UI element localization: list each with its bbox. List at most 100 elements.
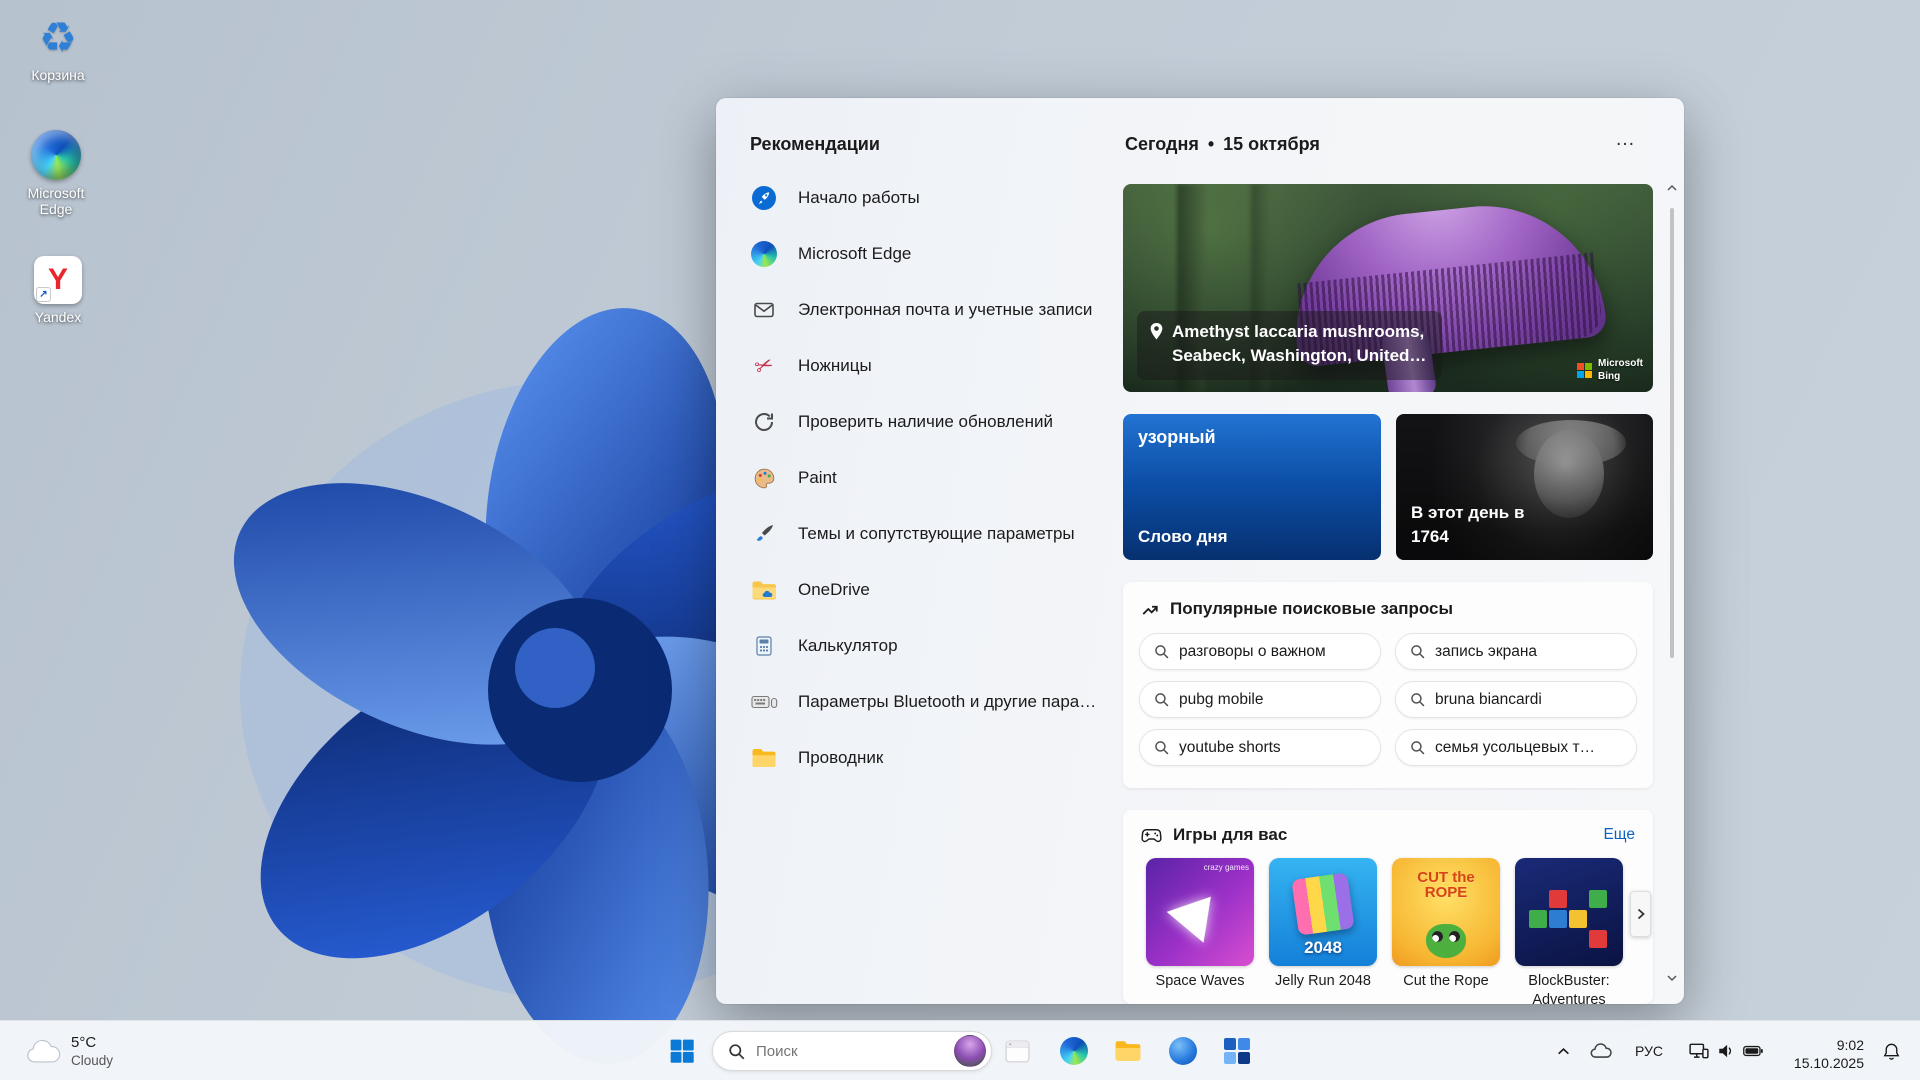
clock[interactable]: 9:02 15.10.2025 xyxy=(1782,1034,1868,1074)
devices-icon xyxy=(750,688,778,716)
caption-line-2: Seabeck, Washington, United… xyxy=(1172,346,1426,365)
recommendation-calculator[interactable]: Калькулятор xyxy=(732,618,1110,674)
panel-scrollbar[interactable] xyxy=(1665,182,1679,984)
scrollbar-thumb[interactable] xyxy=(1670,208,1674,658)
today-separator: • xyxy=(1208,134,1214,155)
search-icon xyxy=(1410,740,1425,755)
search-icon xyxy=(1154,692,1169,707)
tray-onedrive-icon[interactable] xyxy=(1584,1034,1618,1068)
game-tile-blockbuster[interactable]: BlockBuster: Adventures xyxy=(1515,858,1623,1004)
quick-settings[interactable] xyxy=(1680,1034,1772,1068)
today-title: Сегодня xyxy=(1125,134,1199,155)
trending-chip[interactable]: семья усольцевых т… xyxy=(1395,729,1637,766)
recycle-bin-icon[interactable]: ♻ Корзина xyxy=(12,14,104,83)
calculator-icon xyxy=(750,632,778,660)
recommendation-check-updates[interactable]: Проверить наличие обновлений xyxy=(732,394,1110,450)
recommendation-email-accounts[interactable]: Электронная почта и учетные записи xyxy=(732,282,1110,338)
weather-condition: Cloudy xyxy=(71,1053,113,1069)
recommendation-onedrive[interactable]: OneDrive xyxy=(732,562,1110,618)
game-artwork: crazy games xyxy=(1146,858,1254,966)
recommendation-label: Проверить наличие обновлений xyxy=(798,412,1053,432)
search-icon xyxy=(1154,740,1169,755)
recommendation-file-explorer[interactable]: Проводник xyxy=(732,730,1110,786)
weather-widget[interactable]: 5°C Cloudy xyxy=(12,1029,125,1074)
recommendation-snipping-tool[interactable]: ✂ Ножницы xyxy=(732,338,1110,394)
taskbar-search-box[interactable] xyxy=(712,1031,992,1071)
brush-icon xyxy=(750,520,778,548)
trending-chip[interactable]: youtube shorts xyxy=(1139,729,1381,766)
word-of-day-card[interactable]: узорный Слово дня xyxy=(1123,414,1381,560)
scroll-down-arrow[interactable] xyxy=(1666,972,1678,984)
games-next-arrow-button[interactable] xyxy=(1630,891,1651,937)
recommendation-label: Параметры Bluetooth и другие пара… xyxy=(798,692,1096,712)
shortcut-arrow-icon: ↗ xyxy=(36,287,51,302)
gamepad-icon xyxy=(1141,828,1162,843)
search-input[interactable] xyxy=(756,1043,943,1060)
windows-desktop: { "desktop": { "icons": [ { "label": "Ко… xyxy=(0,0,1920,1080)
game-artwork: CUT the ROPE xyxy=(1392,858,1500,966)
edge-desktop-icon[interactable]: Microsoft Edge xyxy=(10,130,102,217)
yandex-desktop-icon[interactable]: Y ↗ Yandex xyxy=(12,256,104,325)
yandex-logo-icon: Y ↗ xyxy=(34,256,82,304)
start-button[interactable] xyxy=(660,1029,704,1073)
game-tile-space-waves[interactable]: crazy games Space Waves xyxy=(1146,858,1254,1004)
getting-started-icon xyxy=(750,184,778,212)
edge-desktop-label: Microsoft Edge xyxy=(10,185,102,217)
search-icon xyxy=(728,1043,745,1060)
trending-chip[interactable]: запись экрана xyxy=(1395,633,1637,670)
yandex-desktop-label: Yandex xyxy=(35,309,81,325)
game-tile-jelly-run-2048[interactable]: 2048 Jelly Run 2048 xyxy=(1269,858,1377,1004)
taskbar-file-explorer-icon[interactable] xyxy=(1106,1029,1150,1073)
recommendation-label: Калькулятор xyxy=(798,636,898,656)
game-tile-cut-the-rope[interactable]: CUT the ROPE Cut the Rope xyxy=(1392,858,1500,1004)
onedrive-icon xyxy=(750,576,778,604)
recommendation-paint[interactable]: Paint xyxy=(732,450,1110,506)
trending-chip[interactable]: pubg mobile xyxy=(1139,681,1381,718)
bell-icon xyxy=(1882,1042,1901,1061)
folder-icon xyxy=(750,744,778,772)
on-this-day-card[interactable]: В этот день в 1764 xyxy=(1396,414,1653,560)
microsoft-bing-logo: Microsoft Bing xyxy=(1577,358,1643,383)
bing-daily-image-card[interactable]: Amethyst laccaria mushrooms, Seabeck, Wa… xyxy=(1123,184,1653,392)
search-home-panel: Рекомендации Начало работы Microsoft Edg… xyxy=(716,98,1684,1004)
recommendation-label: Проводник xyxy=(798,748,883,768)
taskbar-app-window-icon[interactable] xyxy=(995,1029,1039,1073)
trending-searches-card: Популярные поисковые запросы разговоры о… xyxy=(1123,582,1653,788)
folder-icon xyxy=(1114,1039,1142,1063)
caption-line-1: Amethyst laccaria mushrooms, xyxy=(1172,322,1424,341)
taskbar-browser-icon[interactable] xyxy=(1161,1029,1205,1073)
games-for-you-card: Игры для вас Еще crazy games Space Waves… xyxy=(1123,810,1653,1004)
search-icon xyxy=(1410,692,1425,707)
trending-chip[interactable]: разговоры о важном xyxy=(1139,633,1381,670)
games-title: Игры для вас xyxy=(1173,825,1287,845)
games-more-link[interactable]: Еще xyxy=(1603,826,1635,844)
recommendation-label: Электронная почта и учетные записи xyxy=(798,300,1092,320)
recommendations-title: Рекомендации xyxy=(750,134,880,155)
battery-icon xyxy=(1743,1045,1763,1057)
today-header: Сегодня • 15 октября xyxy=(1125,134,1320,155)
recommendation-bluetooth-settings[interactable]: Параметры Bluetooth и другие пара… xyxy=(732,674,1110,730)
taskbar-edge-icon[interactable] xyxy=(1052,1029,1096,1073)
volume-icon xyxy=(1717,1043,1735,1059)
recycle-bin-label: Корзина xyxy=(31,67,84,83)
location-pin-icon xyxy=(1150,320,1163,369)
edge-logo-icon xyxy=(31,130,81,180)
chevron-up-icon xyxy=(1557,1047,1570,1056)
recycle-glyph: ♻ xyxy=(39,14,77,62)
recommendation-themes[interactable]: Темы и сопутствующие параметры xyxy=(732,506,1110,562)
tray-show-hidden-icons[interactable] xyxy=(1548,1034,1578,1068)
browser-orb-icon xyxy=(1169,1037,1197,1065)
trending-chip[interactable]: bruna biancardi xyxy=(1395,681,1637,718)
language-indicator[interactable]: РУС xyxy=(1626,1034,1672,1068)
recommendation-getting-started[interactable]: Начало работы xyxy=(732,170,1110,226)
bing-daily-thumbnail[interactable] xyxy=(954,1035,986,1067)
bing-image-caption: Amethyst laccaria mushrooms, Seabeck, Wa… xyxy=(1137,311,1442,380)
taskbar-grid-app-icon[interactable] xyxy=(1215,1029,1259,1073)
today-more-button[interactable]: … xyxy=(1609,126,1643,153)
recommendation-microsoft-edge[interactable]: Microsoft Edge xyxy=(732,226,1110,282)
scroll-up-arrow[interactable] xyxy=(1666,182,1678,194)
paint-palette-icon xyxy=(750,464,778,492)
notifications-button[interactable] xyxy=(1874,1034,1908,1068)
word-of-day-label: Слово дня xyxy=(1138,527,1228,547)
search-icon xyxy=(1410,644,1425,659)
